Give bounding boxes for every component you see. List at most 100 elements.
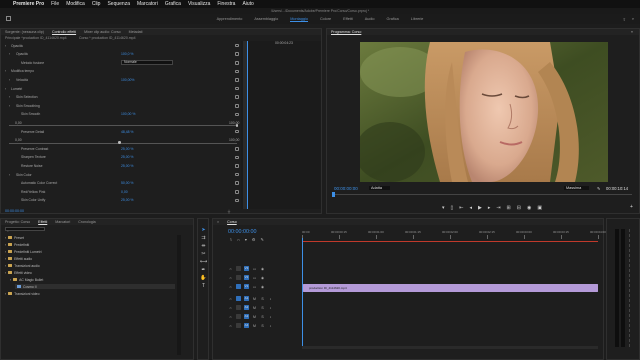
reset-icon[interactable] (235, 95, 239, 100)
sync-lock-icon[interactable]: ▭ (252, 267, 257, 271)
mark-in-icon[interactable]: ▾ (442, 205, 445, 211)
effects-search-input[interactable]: ⌕ (5, 227, 45, 233)
track-target-button[interactable]: A1 (244, 296, 249, 301)
effect-property-row[interactable]: › Modifica tempo (1, 69, 239, 74)
tab-history[interactable]: Cronologia (78, 220, 95, 224)
effect-mini-timeline[interactable]: 00:00:04:23 (241, 41, 321, 209)
effect-property-row[interactable]: Skin Smooth 100,00 % (1, 112, 239, 117)
effects-folder[interactable]: › Effetti video (5, 270, 32, 275)
track-target-button[interactable]: A3 (244, 314, 249, 319)
mark-out-icon[interactable]: ▯ (450, 205, 453, 211)
workspace-tab[interactable]: Colore (320, 17, 331, 21)
track-target-button[interactable]: V1 (244, 284, 249, 289)
workspace-tab[interactable]: Apprendimento (217, 17, 243, 21)
workspace-tab[interactable]: Grafica (386, 17, 398, 21)
reset-icon[interactable] (235, 147, 239, 151)
work-area-bar[interactable] (302, 241, 598, 242)
source-patch-button[interactable] (236, 305, 241, 310)
effect-property-value[interactable]: 100,00% (121, 78, 134, 82)
sync-lock-icon[interactable]: ▭ (252, 285, 257, 289)
track-target-button[interactable]: A2 (244, 305, 249, 310)
hand-icon[interactable]: ✋ (200, 275, 207, 281)
reset-icon[interactable] (235, 164, 239, 168)
effect-property-row[interactable]: Preserve Contrast 25,00 % (1, 146, 239, 151)
workspace-tab[interactable]: Assemblaggio (254, 17, 278, 21)
search-icon[interactable]: ⌕ (632, 17, 634, 22)
track-header[interactable]: ⌂ V3 ▭ ◉ (228, 266, 265, 271)
effect-property-value[interactable]: 0,00 (121, 190, 128, 194)
go-to-out-icon[interactable]: ⇥ (496, 205, 500, 211)
razor-icon[interactable]: ✂ (200, 251, 207, 257)
sync-lock-icon[interactable]: ▭ (252, 276, 257, 280)
track-header[interactable]: ⌂ A4 M S ♪ (228, 323, 273, 328)
video-clip[interactable]: production ID_4114620.mp4 (303, 284, 598, 292)
disclosure-triangle-icon[interactable]: › (5, 69, 6, 73)
solo-icon[interactable]: S (260, 306, 265, 310)
disclosure-triangle-icon[interactable]: › (5, 271, 6, 275)
disclosure-triangle-icon[interactable]: › (5, 44, 6, 48)
quality-dropdown[interactable]: Massima (564, 186, 590, 190)
slip-tool-icon[interactable]: ⟷ (200, 259, 207, 265)
tab-markers[interactable]: Marcatori (55, 220, 70, 224)
reset-icon[interactable] (235, 172, 239, 177)
program-scrub-bar[interactable] (332, 194, 632, 195)
disclosure-triangle-icon[interactable]: › (5, 243, 6, 247)
program-video-frame[interactable] (360, 42, 608, 182)
effect-property-row[interactable]: Sharpen Texture 25,00 % (1, 155, 239, 160)
reset-icon[interactable] (235, 69, 239, 74)
effect-property-row[interactable]: Metodo fusione Normale (1, 60, 239, 65)
add-button-icon[interactable]: + (630, 204, 633, 210)
disclosure-triangle-icon[interactable]: › (5, 250, 6, 254)
disclosure-triangle-icon[interactable]: › (5, 257, 6, 261)
track-target-button[interactable]: V3 (244, 266, 249, 271)
workspace-tab[interactable]: Audio (365, 17, 375, 21)
slider-knob[interactable] (235, 124, 239, 127)
lock-icon[interactable]: ⌂ (228, 324, 233, 328)
tab-audio-mixer[interactable]: Mixer clip audio: Corso (84, 30, 121, 34)
effect-property-value[interactable]: 25,00 % (121, 155, 133, 159)
effect-property-value[interactable]: 25,00 % (121, 164, 133, 168)
lock-icon[interactable]: ⌂ (228, 276, 233, 280)
reset-icon[interactable] (235, 104, 239, 108)
solo-icon[interactable]: S (260, 324, 265, 328)
wrench-icon[interactable]: ✎ (260, 237, 263, 242)
menu-sequenza[interactable]: Sequenza (107, 1, 130, 7)
disclosure-triangle-icon[interactable]: › (9, 78, 10, 82)
solo-icon[interactable]: S (260, 315, 265, 319)
workspace-tab[interactable]: Librerie (411, 17, 424, 21)
workspace-tab[interactable]: Effetti (343, 17, 353, 21)
blend-mode-select[interactable]: Normale (121, 60, 173, 65)
effect-property-row[interactable]: 0,00 100,00 (1, 138, 239, 144)
add-marker-icon[interactable]: ▾ (245, 237, 247, 242)
reset-icon[interactable] (235, 129, 239, 134)
slider-knob[interactable] (118, 141, 121, 144)
linked-selection-icon[interactable]: ∩ (237, 237, 240, 242)
reset-icon[interactable] (235, 198, 239, 203)
reset-icon[interactable] (235, 190, 239, 194)
menu-marcatori[interactable]: Marcatori (137, 1, 158, 7)
comparison-icon[interactable]: ▣ (537, 205, 542, 211)
effects-folder[interactable]: › Effetti audio (5, 256, 32, 261)
timeline-timecode[interactable]: 00:00:00:00 (228, 229, 256, 235)
track-target-button[interactable]: A4 (244, 323, 249, 328)
tab-effect-controls[interactable]: Controllo effetti (52, 30, 76, 34)
effect-property-row[interactable]: › Opacità (1, 43, 239, 48)
source-patch-button[interactable] (236, 323, 241, 328)
effects-folder[interactable]: › Preset (5, 235, 24, 240)
menu-clip[interactable]: Clip (92, 1, 101, 7)
effects-folder[interactable]: › Transizioni video (5, 291, 39, 296)
effect-item[interactable]: Cosmo II (15, 284, 175, 289)
go-to-in-icon[interactable]: ⇤ (459, 205, 463, 211)
tab-project[interactable]: Progetto: Corso (5, 220, 30, 224)
source-patch-button[interactable] (236, 266, 241, 271)
track-header[interactable]: ⌂ A2 M S ♪ (228, 305, 273, 310)
effect-property-value[interactable]: 50,00 % (121, 181, 133, 185)
lock-icon[interactable]: ⌂ (228, 297, 233, 301)
program-playhead[interactable] (332, 192, 335, 197)
effect-target[interactable]: Corso * production ID_4114620.mp4 (79, 36, 136, 40)
snap-icon[interactable]: ⌇ (230, 237, 232, 242)
disclosure-triangle-icon[interactable]: › (9, 104, 10, 108)
menu-visualizza[interactable]: Visualizza (188, 1, 210, 7)
selection-tool-icon[interactable]: ➤ (200, 227, 207, 233)
mute-icon[interactable]: M (252, 315, 257, 319)
